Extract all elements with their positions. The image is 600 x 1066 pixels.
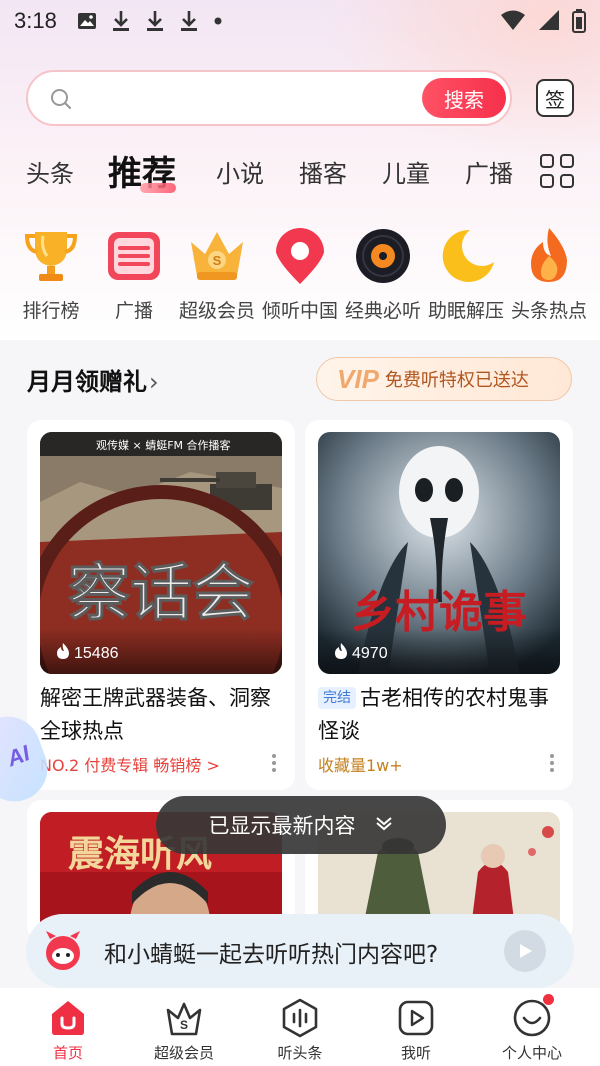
vip-bag-icon: S	[164, 998, 204, 1038]
play-count-value: 4970	[352, 644, 388, 662]
category-tabs: 头条 推荐 小说 播客 儿童 广播	[0, 144, 600, 194]
home-icon	[48, 998, 88, 1038]
latest-content-toast[interactable]: 已显示最新内容	[156, 796, 446, 854]
trophy-icon	[21, 226, 81, 286]
chevron-down-icon	[374, 813, 394, 838]
status-time: 3:18	[14, 8, 57, 33]
search-row: 搜索 签	[26, 70, 574, 126]
quick-entry-row: 排行榜 广播 S 超级会员 倾听中国 经典必听 助眠解压 头条热点	[0, 226, 600, 326]
chevron-right-icon: ›	[149, 368, 159, 396]
status-bar: 3:18	[0, 0, 600, 42]
assistant-prompt-bar[interactable]: 和小蜻蜓一起去听听热门内容吧?	[26, 914, 574, 988]
favorites-count: 收藏量1w+	[318, 756, 403, 775]
vip-badge: VIP	[337, 363, 379, 394]
image-icon	[77, 12, 97, 30]
flame-icon	[334, 643, 348, 664]
active-tab-indicator	[140, 183, 176, 193]
ai-label: AI	[3, 740, 33, 772]
nav-label: 超级会员	[153, 1044, 214, 1062]
quick-entry-listen-china[interactable]: 倾听中国	[258, 226, 342, 323]
search-input[interactable]	[88, 84, 428, 114]
all-categories-icon[interactable]	[540, 154, 576, 190]
tab-kids[interactable]: 儿童	[382, 154, 430, 189]
nav-label: 个人中心	[501, 1044, 562, 1062]
gift-title-text: 月月领赠礼	[27, 368, 147, 396]
signal-icon	[538, 9, 560, 38]
play-count: 4970	[334, 643, 388, 664]
map-pin-icon	[270, 226, 330, 286]
search-box[interactable]: 搜索	[26, 70, 512, 126]
download-icon	[179, 10, 199, 32]
crown-icon: S	[187, 226, 247, 286]
svg-text:S: S	[180, 1018, 188, 1032]
album-cover: 乡村诡事 4970	[318, 432, 560, 674]
album-rank-link[interactable]: NO.2 付费专辑 畅销榜 >	[40, 752, 220, 776]
more-options-icon[interactable]	[549, 754, 555, 774]
play-count-value: 15486	[74, 644, 119, 662]
play-icon[interactable]	[504, 930, 546, 972]
album-card[interactable]: 乡村诡事 4970 完结 古老相传的农村鬼事怪谈 收藏量1w+	[305, 420, 573, 790]
quick-entry-sleep[interactable]: 助眠解压	[424, 226, 508, 323]
completed-tag: 完结	[318, 687, 356, 709]
quick-entry-hot[interactable]: 头条热点	[507, 226, 591, 323]
play-box-icon	[396, 998, 436, 1038]
album-cover: 观传媒 × 蜻蜓FM 合作播客 察话会 15486	[40, 432, 282, 674]
vip-privilege-pill[interactable]: VIP 免费听特权已送达	[316, 357, 572, 401]
dot-icon	[213, 16, 223, 26]
search-button[interactable]: 搜索	[422, 78, 506, 118]
tab-radio[interactable]: 广播	[465, 154, 513, 189]
gift-section-title[interactable]: 月月领赠礼›	[27, 362, 159, 397]
cover-title: 察话会	[68, 556, 254, 629]
album-title-wrap: 完结 古老相传的农村鬼事怪谈	[318, 682, 564, 748]
tab-podcast[interactable]: 播客	[299, 154, 347, 189]
cover-brand: 观传媒 × 蜻蜓FM 合作播客	[96, 438, 231, 452]
notification-dot	[543, 994, 554, 1005]
flame-icon	[56, 643, 70, 664]
album-card[interactable]: 观传媒 × 蜻蜓FM 合作播客 察话会 15486 解密王牌武器装备、洞察全球热…	[27, 420, 295, 790]
flame-icon	[519, 226, 579, 286]
download-icon	[111, 10, 131, 32]
sign-in-button[interactable]: 签	[536, 79, 574, 117]
nav-label: 听头条	[277, 1044, 323, 1062]
assistant-prompt-text: 和小蜻蜓一起去听听热门内容吧?	[104, 942, 439, 968]
bottom-navigation: 首页 S 超级会员 听头条 我听 个人中心	[0, 988, 600, 1066]
search-icon	[50, 88, 72, 114]
vip-text: 免费听特权已送达	[384, 370, 529, 391]
more-options-icon[interactable]	[271, 754, 277, 774]
nav-label: 我听	[400, 1044, 431, 1062]
nav-my-listening[interactable]: 我听	[366, 998, 466, 1063]
toast-text: 已显示最新内容	[208, 814, 356, 838]
nav-super-vip[interactable]: S 超级会员	[134, 998, 234, 1063]
moon-icon	[436, 226, 496, 286]
audio-wave-icon	[280, 998, 320, 1038]
svg-text:S: S	[213, 253, 222, 268]
radio-icon	[104, 226, 164, 286]
quick-entry-classics[interactable]: 经典必听	[341, 226, 425, 323]
tab-headlines[interactable]: 头条	[26, 154, 74, 189]
tab-novel[interactable]: 小说	[216, 154, 264, 189]
battery-icon	[572, 9, 586, 38]
quick-entry-label: 头条热点	[510, 300, 587, 322]
nav-home[interactable]: 首页	[18, 998, 118, 1063]
quick-entry-radio[interactable]: 广播	[92, 226, 176, 323]
album-title: 解密王牌武器装备、洞察全球热点	[40, 686, 271, 743]
vinyl-icon	[353, 226, 413, 286]
nav-audio-headlines[interactable]: 听头条	[250, 998, 350, 1063]
profile-icon	[512, 994, 554, 1038]
nav-label: 首页	[52, 1044, 83, 1062]
quick-entry-rankings[interactable]: 排行榜	[9, 226, 93, 323]
play-count: 15486	[56, 643, 119, 664]
mascot-icon	[42, 929, 84, 971]
download-icon	[145, 10, 165, 32]
quick-entry-super-vip[interactable]: S 超级会员	[175, 226, 259, 323]
nav-profile[interactable]: 个人中心	[482, 994, 582, 1063]
wifi-icon	[500, 9, 526, 38]
